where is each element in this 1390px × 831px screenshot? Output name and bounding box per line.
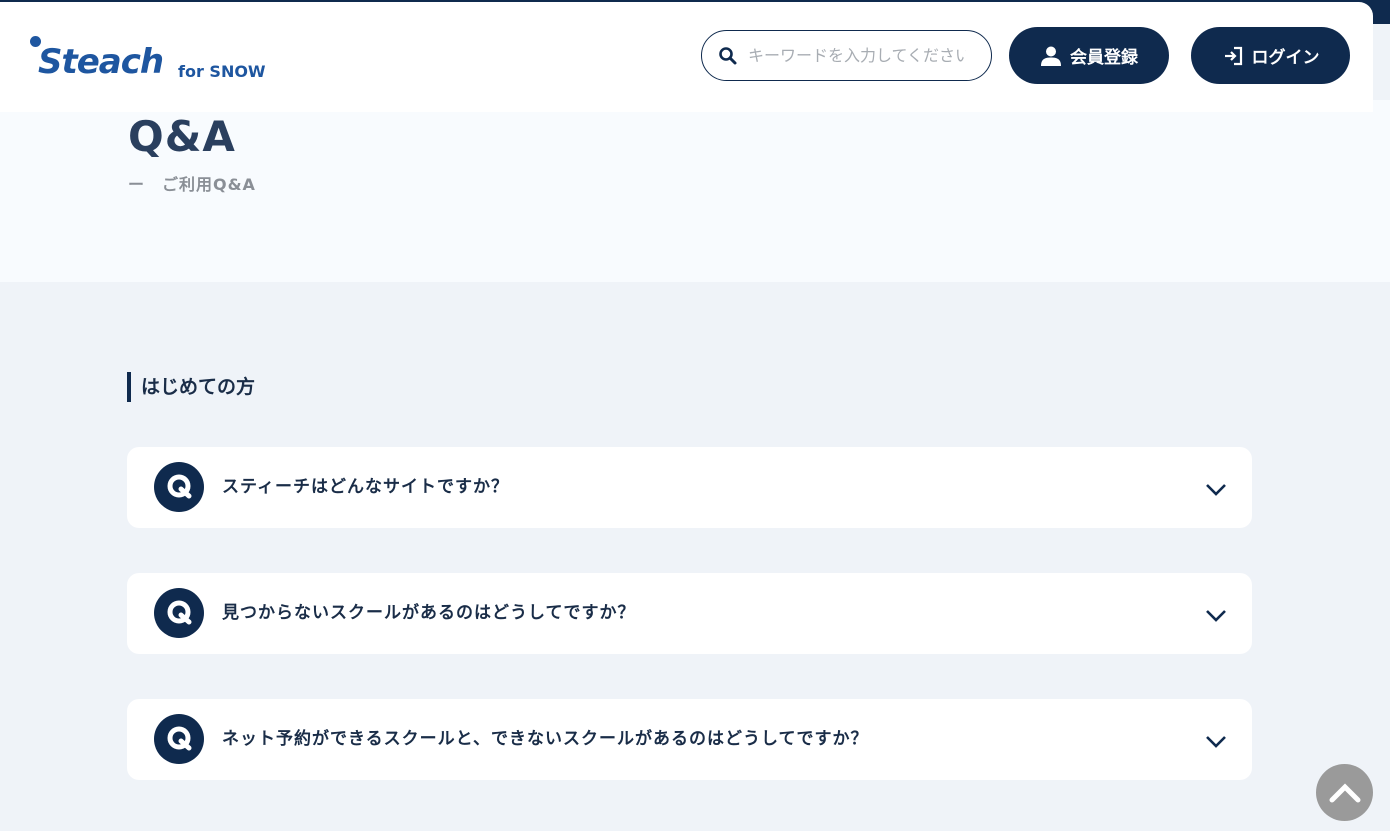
q-badge-icon: [154, 588, 204, 638]
chevron-up-icon: [1329, 782, 1360, 802]
q-badge-icon: [154, 462, 204, 512]
login-button[interactable]: ログイン: [1191, 27, 1350, 84]
register-label: 会員登録: [1070, 48, 1138, 68]
search-box[interactable]: [701, 30, 992, 81]
logo-subtext: for SNOW: [178, 62, 266, 81]
faq-question: スティーチはどんなサイトですか？: [222, 477, 509, 497]
faq-question: 見つからないスクールがあるのはどうしてですか？: [222, 603, 636, 623]
site-logo[interactable]: Steach for SNOW: [28, 28, 268, 86]
faq-question: ネット予約ができるスクールと、できないスクールがあるのはどうしてですか？: [222, 729, 869, 749]
login-label: ログイン: [1251, 48, 1320, 68]
q-badge-icon: [154, 714, 204, 764]
page: Steach for SNOW 会員登録 ログイン Q&A ー ご利用Q&A は…: [0, 0, 1390, 831]
search-icon: [719, 46, 737, 64]
chevron-down-icon[interactable]: [1204, 603, 1228, 627]
search-input[interactable]: [748, 46, 966, 65]
back-to-top-button[interactable]: [1316, 764, 1373, 821]
page-title: Q&A: [128, 112, 236, 161]
faq-item[interactable]: ネット予約ができるスクールと、できないスクールがあるのはどうしてですか？: [127, 699, 1252, 780]
register-button[interactable]: 会員登録: [1009, 27, 1169, 84]
chevron-down-icon[interactable]: [1204, 477, 1228, 501]
login-icon: [1224, 46, 1242, 65]
page-subtitle: ー ご利用Q&A: [128, 175, 256, 194]
chevron-down-icon[interactable]: [1204, 729, 1228, 753]
logo-text: Steach: [38, 42, 164, 82]
user-icon: [1041, 46, 1061, 66]
section-heading: はじめての方: [127, 372, 255, 402]
faq-item[interactable]: 見つからないスクールがあるのはどうしてですか？: [127, 573, 1252, 654]
faq-item[interactable]: スティーチはどんなサイトですか？: [127, 447, 1252, 528]
